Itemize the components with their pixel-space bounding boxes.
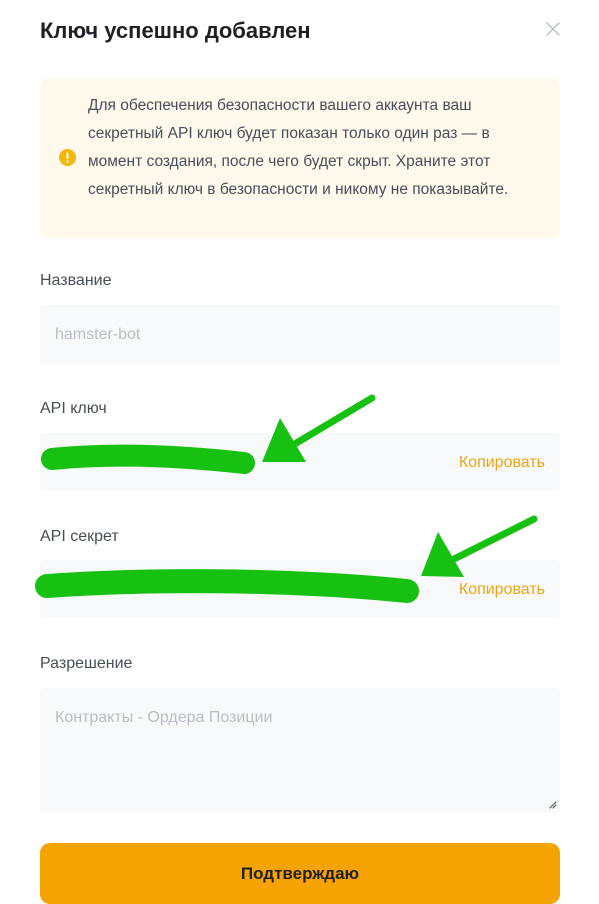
name-field: hamster-bot [40, 305, 560, 365]
warning-circle-icon [59, 149, 76, 166]
notice-text: Для обеспечения безопасности вашего акка… [88, 97, 509, 198]
name-value: hamster-bot [55, 326, 141, 343]
api-secret-label: API секрет [40, 528, 119, 545]
api-key-field: Копировать [40, 433, 560, 491]
close-icon[interactable] [541, 17, 565, 41]
copy-api-key-button[interactable]: Копировать [459, 454, 545, 472]
api-key-created-dialog: Ключ успешно добавлен Для обеспечения бе… [0, 0, 599, 904]
copy-api-secret-button[interactable]: Копировать [459, 581, 545, 599]
api-secret-field: Копировать [40, 560, 560, 618]
permission-label: Разрешение [40, 655, 133, 672]
confirm-button[interactable]: Подтверждаю [40, 843, 560, 904]
api-key-label: API ключ [40, 400, 107, 417]
security-notice: Для обеспечения безопасности вашего акка… [40, 79, 560, 238]
dialog-title: Ключ успешно добавлен [40, 18, 311, 43]
name-label: Название [40, 272, 112, 289]
permission-textarea[interactable]: Контракты - Ордера Позиции [40, 688, 560, 812]
resize-grip-icon[interactable] [547, 799, 557, 809]
permission-value: Контракты - Ордера Позиции [55, 709, 273, 726]
